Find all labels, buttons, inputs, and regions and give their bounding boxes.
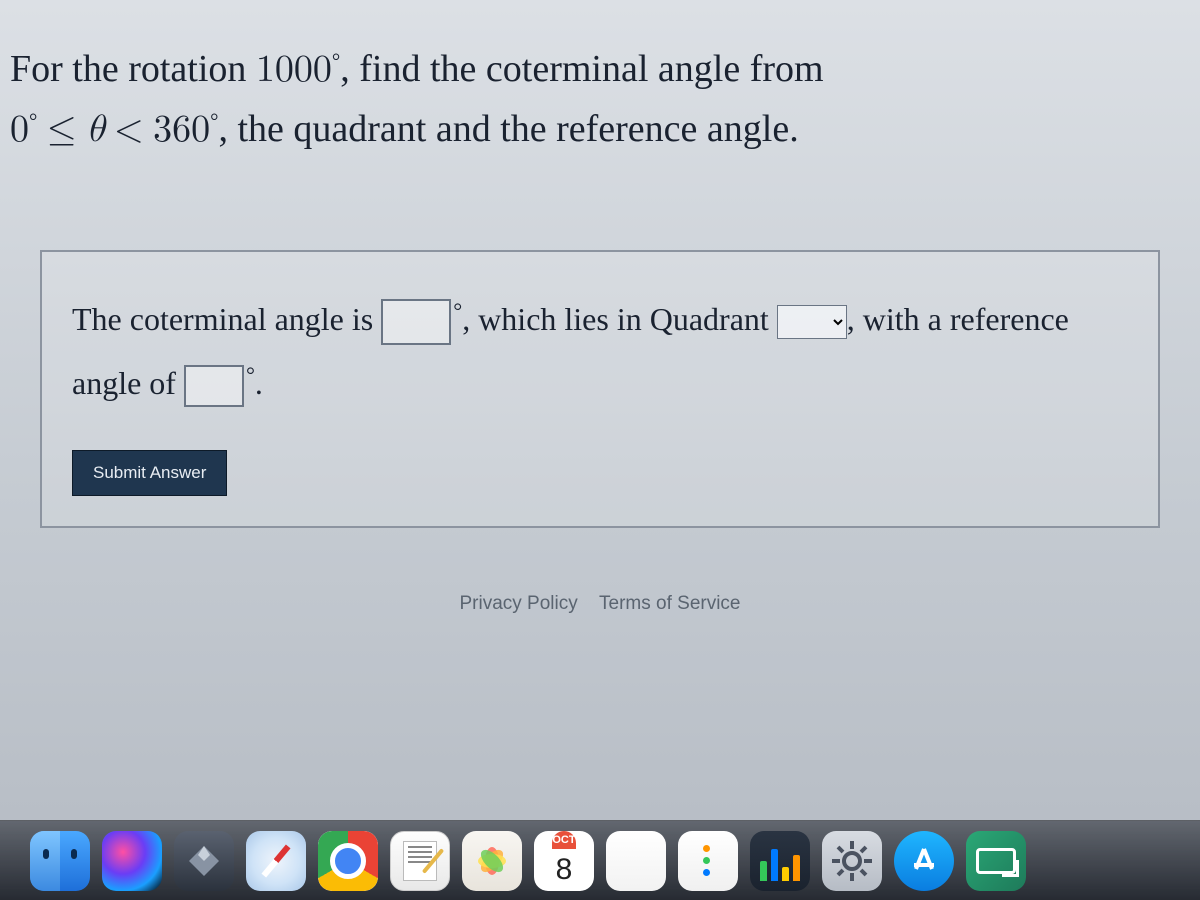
degree-symbol: °	[453, 298, 462, 323]
answer-seg2: , which lies in Quadrant	[462, 301, 777, 337]
notes-icon[interactable]	[606, 831, 666, 891]
calendar-day: 8	[556, 849, 573, 891]
calendar-month: OCT	[552, 831, 575, 849]
range-low: 0	[10, 111, 29, 149]
coterminal-angle-input[interactable]	[381, 299, 451, 345]
degree-symbol: °	[29, 108, 37, 132]
calendar-icon[interactable]: OCT 8	[534, 831, 594, 891]
numbers-icon[interactable]	[750, 831, 810, 891]
rotation-value: 1000	[256, 51, 332, 89]
privacy-policy-link[interactable]: Privacy Policy	[459, 593, 577, 614]
macos-dock: OCT 8	[0, 820, 1200, 900]
launchpad-icon[interactable]	[174, 831, 234, 891]
safari-icon[interactable]	[246, 831, 306, 891]
textedit-icon[interactable]	[390, 831, 450, 891]
question-seg2: , find the coterminal angle from	[340, 48, 823, 90]
reminders-icon[interactable]	[678, 831, 738, 891]
answer-seg4: .	[255, 365, 263, 401]
leq-symbol: ≤	[47, 111, 77, 149]
siri-icon[interactable]	[102, 831, 162, 891]
answer-sentence: The coterminal angle is °, which lies in…	[72, 287, 1128, 415]
question-seg3: , the quadrant and the reference angle.	[218, 108, 798, 150]
page-content: For the rotation 1000 ° , find the cotermi…	[0, 0, 1200, 820]
chrome-icon[interactable]	[318, 831, 378, 891]
footer-links: Privacy Policy Terms of Service	[10, 593, 1190, 615]
reference-angle-input[interactable]	[184, 365, 244, 407]
submit-button[interactable]: Submit Answer	[72, 450, 227, 496]
lt-symbol: <	[114, 111, 144, 149]
system-preferences-icon[interactable]	[822, 831, 882, 891]
question-seg1: For the rotation	[10, 48, 256, 90]
finder-icon[interactable]	[30, 831, 90, 891]
theta-symbol: θ	[86, 111, 105, 149]
range-high: 360	[153, 111, 210, 149]
photos-icon[interactable]	[462, 831, 522, 891]
quadrant-select[interactable]	[777, 305, 847, 339]
terms-of-service-link[interactable]: Terms of Service	[599, 593, 740, 614]
answer-seg1: The coterminal angle is	[72, 301, 381, 337]
screenshot-icon[interactable]	[966, 831, 1026, 891]
app-store-icon[interactable]	[894, 831, 954, 891]
question-text: For the rotation 1000 ° , find the cotermi…	[10, 40, 1190, 160]
answer-box: The coterminal angle is °, which lies in…	[40, 250, 1160, 528]
degree-symbol: °	[246, 362, 255, 387]
